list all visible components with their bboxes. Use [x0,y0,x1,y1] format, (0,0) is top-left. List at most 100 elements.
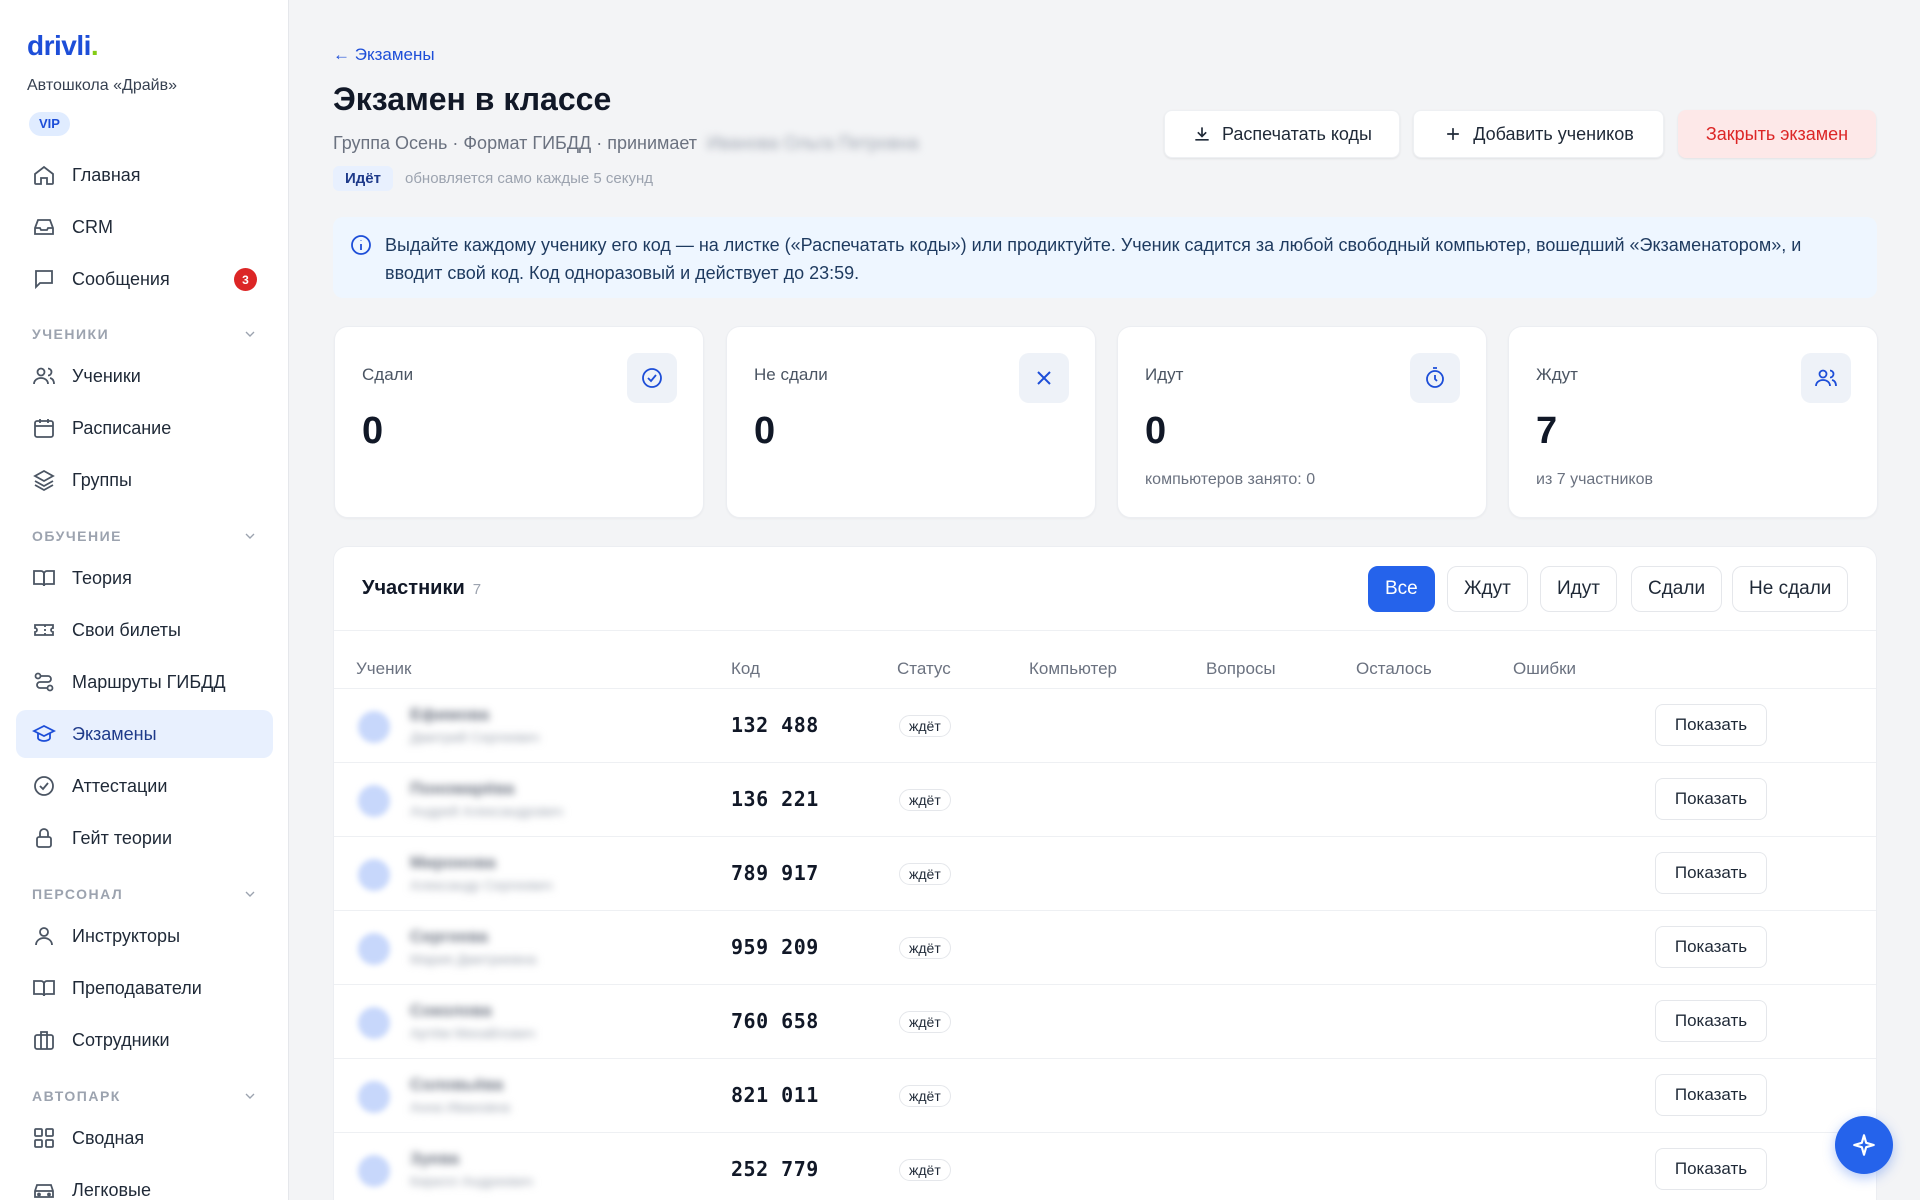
info-icon [351,235,371,255]
print-codes-button[interactable]: Распечатать коды [1164,110,1400,158]
show-button[interactable]: Показать [1655,778,1767,820]
access-code: 132 488 [731,713,819,737]
filter-all[interactable]: Все [1368,566,1435,612]
status-badge: ждёт [899,715,951,737]
table-row: Пономарёва Андрей Александрович 136 221 … [334,763,1876,837]
sidebar-item-cars[interactable]: Легковые [16,1166,273,1200]
student-name[interactable]: Соловьёва [410,1075,503,1095]
column-header-status[interactable]: Статус [897,659,951,679]
avatar [358,859,390,891]
student-subname: Артём Михайлович [410,1025,536,1041]
show-button[interactable]: Показать [1655,852,1767,894]
sidebar-item-label: CRM [72,216,113,237]
sidebar-item-messages[interactable]: Сообщения 3 [16,255,273,303]
filter-waiting[interactable]: Ждут [1447,566,1528,612]
sidebar-item-routes[interactable]: Маршруты ГИБДД [16,658,273,706]
student-name[interactable]: Соколова [410,1001,492,1021]
back-link[interactable]: ← Экзамены [333,45,435,65]
sidebar-item-label: Группы [72,469,132,490]
logo-dot: . [90,30,99,61]
logo[interactable]: drivli. [27,30,99,62]
table-title: Участники [362,577,465,599]
sidebar-item-label: Свои билеты [72,619,181,640]
sparkle-icon [1853,1134,1875,1156]
access-code: 760 658 [731,1009,819,1033]
column-header-errors[interactable]: Ошибки [1513,659,1576,679]
student-subname: Анна Ивановна [410,1099,511,1115]
column-header-questions[interactable]: Вопросы [1206,659,1276,679]
avatar [358,785,390,817]
section-staff[interactable]: ПЕРСОНАЛ [32,886,258,902]
layers-icon [32,468,56,492]
access-code: 252 779 [731,1157,819,1181]
sidebar-item-label: Инструкторы [72,925,181,946]
stat-card-in-progress: Идут 0 компьютеров занято: 0 [1117,326,1487,518]
student-subname: Мария Дмитриевна [410,951,537,967]
sidebar-item-students[interactable]: Ученики [16,352,273,400]
show-button[interactable]: Показать [1655,1148,1767,1190]
logo-text: drivli [27,30,91,61]
stat-value: 7 [1536,410,1558,452]
column-header-computer[interactable]: Компьютер [1029,659,1117,679]
sidebar-item-home[interactable]: Главная [16,151,273,199]
sidebar-item-tickets[interactable]: Свои билеты [16,606,273,654]
show-button[interactable]: Показать [1655,926,1767,968]
section-fleet[interactable]: АВТОПАРК [32,1088,258,1104]
car-icon [32,1178,56,1200]
sidebar-item-label: Теория [72,567,132,588]
sidebar-item-crm[interactable]: CRM [16,203,273,251]
sidebar-item-employees[interactable]: Сотрудники [16,1016,273,1064]
access-code: 136 221 [731,787,819,811]
sidebar-item-instructors[interactable]: Инструкторы [16,912,273,960]
chevron-down-icon [245,331,255,337]
examiner-name: Иванова Ольга Петровна [707,133,919,153]
sidebar-item-label: Расписание [72,417,172,438]
chevron-down-icon [245,533,255,539]
filter-in-progress[interactable]: Идут [1540,566,1617,612]
access-code: 959 209 [731,935,819,959]
sidebar-item-theory-gate[interactable]: Гейт теории [16,814,273,862]
student-name[interactable]: Миронова [410,853,496,873]
status-badge: ждёт [899,937,951,959]
filter-passed[interactable]: Сдали [1631,566,1723,612]
assistant-button[interactable] [1835,1116,1893,1174]
student-name[interactable]: Ефимова [410,705,489,725]
sidebar-item-schedule[interactable]: Расписание [16,404,273,452]
participants-table: Участники 7 Все Ждут Идут Сдали Не сдали … [333,546,1877,1200]
section-learning[interactable]: ОБУЧЕНИЕ [32,528,258,544]
route-icon [32,670,56,694]
stat-note: компьютеров занято: 0 [1145,471,1316,488]
student-name[interactable]: Зуева [410,1149,459,1169]
column-header-student[interactable]: Ученик [356,659,411,679]
add-students-button[interactable]: Добавить учеников [1413,110,1664,158]
avatar [358,711,390,743]
show-button[interactable]: Показать [1655,1000,1767,1042]
show-button[interactable]: Показать [1655,704,1767,746]
filter-failed[interactable]: Не сдали [1732,566,1849,612]
stat-label: Ждут [1536,365,1578,384]
student-name[interactable]: Пономарёва [410,779,514,799]
exam-meta: Группа Осень · Формат ГИБДД · принимает [333,133,698,153]
column-header-code[interactable]: Код [731,659,760,679]
sidebar-item-teachers[interactable]: Преподаватели [16,964,273,1012]
message-icon [32,267,56,291]
sidebar-item-attestations[interactable]: Аттестации [16,762,273,810]
stat-card-passed: Сдали 0 [334,326,704,518]
timer-icon [1410,353,1460,403]
sidebar-item-groups[interactable]: Группы [16,456,273,504]
column-header-remaining[interactable]: Осталось [1356,659,1432,679]
status-badge: ждёт [899,1159,951,1181]
sidebar-item-label: Маршруты ГИБДД [72,671,226,692]
sidebar-item-exams[interactable]: Экзамены [16,710,273,758]
stat-label: Сдали [362,365,414,384]
stat-card-waiting: Ждут 7 из 7 участников [1508,326,1878,518]
close-exam-button[interactable]: Закрыть экзамен [1678,110,1876,158]
stat-card-failed: Не сдали 0 [726,326,1096,518]
section-students[interactable]: УЧЕНИКИ [32,326,258,342]
sidebar-item-summary[interactable]: Сводная [16,1114,273,1162]
download-icon [1195,127,1209,141]
sidebar-item-theory[interactable]: Теория [16,554,273,602]
status-badge: ждёт [899,789,951,811]
show-button[interactable]: Показать [1655,1074,1767,1116]
student-name[interactable]: Сергеева [410,927,488,947]
